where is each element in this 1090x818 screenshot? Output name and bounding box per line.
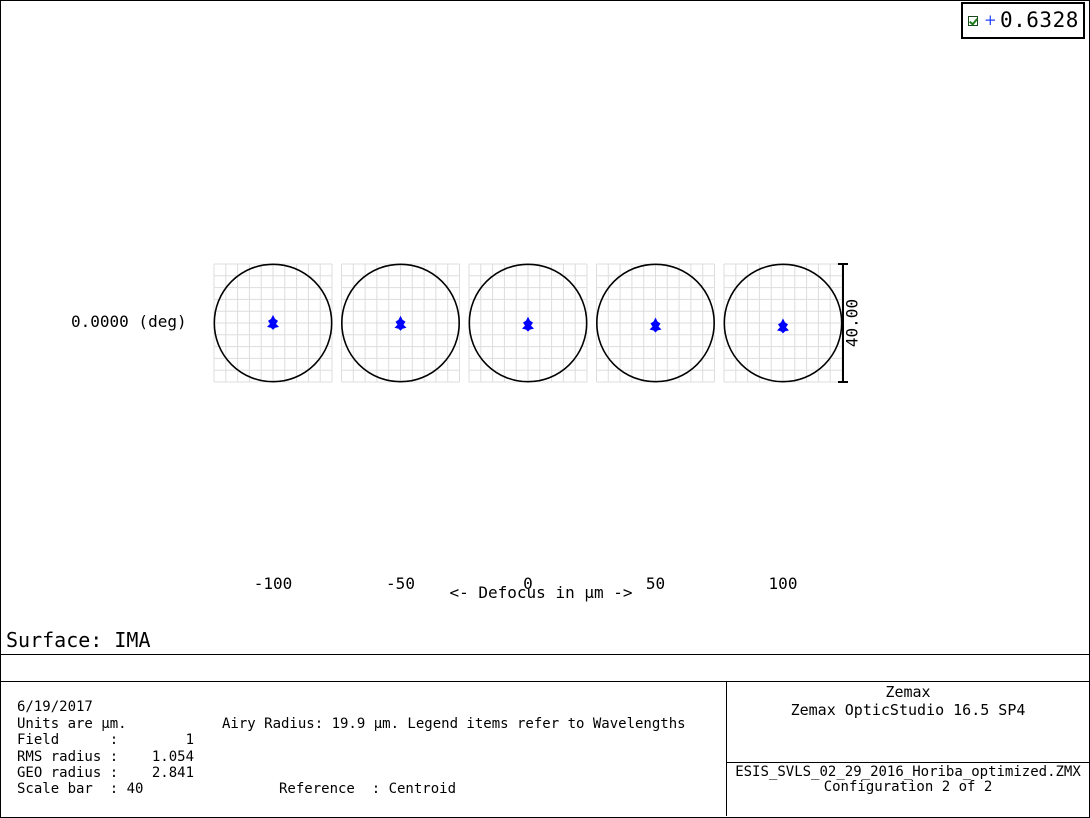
- product-company: Zemax: [885, 683, 931, 701]
- spot-shape: [777, 318, 789, 334]
- x-tick-label: 100: [768, 574, 798, 593]
- divider-line: [1, 681, 1089, 682]
- field-label: 0.0000 (deg): [71, 312, 187, 331]
- product-name: Zemax OpticStudio 16.5 SP4: [790, 701, 1026, 719]
- surface-label: Surface: IMA: [6, 628, 151, 652]
- info-rms-radius: RMS radius : 1.054: [17, 749, 195, 765]
- x-tick-label: -100: [253, 574, 293, 593]
- spot-shape: [522, 316, 534, 332]
- divider-line: [726, 762, 1089, 763]
- x-tick-label: 50: [645, 574, 666, 593]
- x-axis-label: <- Defocus in µm ->: [449, 583, 633, 602]
- divider-line: [1, 654, 1089, 655]
- scale-bar-label: 40.00: [842, 298, 862, 348]
- info-date: 6/19/2017: [17, 699, 93, 715]
- x-tick-label: -50: [386, 574, 415, 593]
- spot-blob: [649, 317, 662, 333]
- legend-marker: +: [984, 11, 997, 29]
- spot-shape: [267, 314, 279, 330]
- info-scale-bar: Scale bar : 40: [17, 781, 144, 797]
- info-airy-radius: Airy Radius: 19.9 µm. Legend items refer…: [222, 716, 686, 732]
- info-units: Units are µm.: [17, 716, 127, 732]
- spot-blob: [267, 314, 279, 330]
- info-field: Field : 1: [17, 732, 195, 748]
- info-geo-radius: GEO radius : 2.841: [17, 765, 195, 781]
- info-reference: Reference : Centroid: [279, 781, 457, 797]
- spot-blob: [522, 316, 534, 332]
- checkbox-icon[interactable]: [968, 16, 978, 26]
- wavelength-legend: + 0.6328: [961, 2, 1085, 39]
- configuration-label: Configuration 2 of 2: [823, 779, 993, 795]
- spot-shape: [649, 317, 662, 333]
- spot-blob: [777, 318, 789, 334]
- legend-wavelength: 0.6328: [1000, 8, 1079, 32]
